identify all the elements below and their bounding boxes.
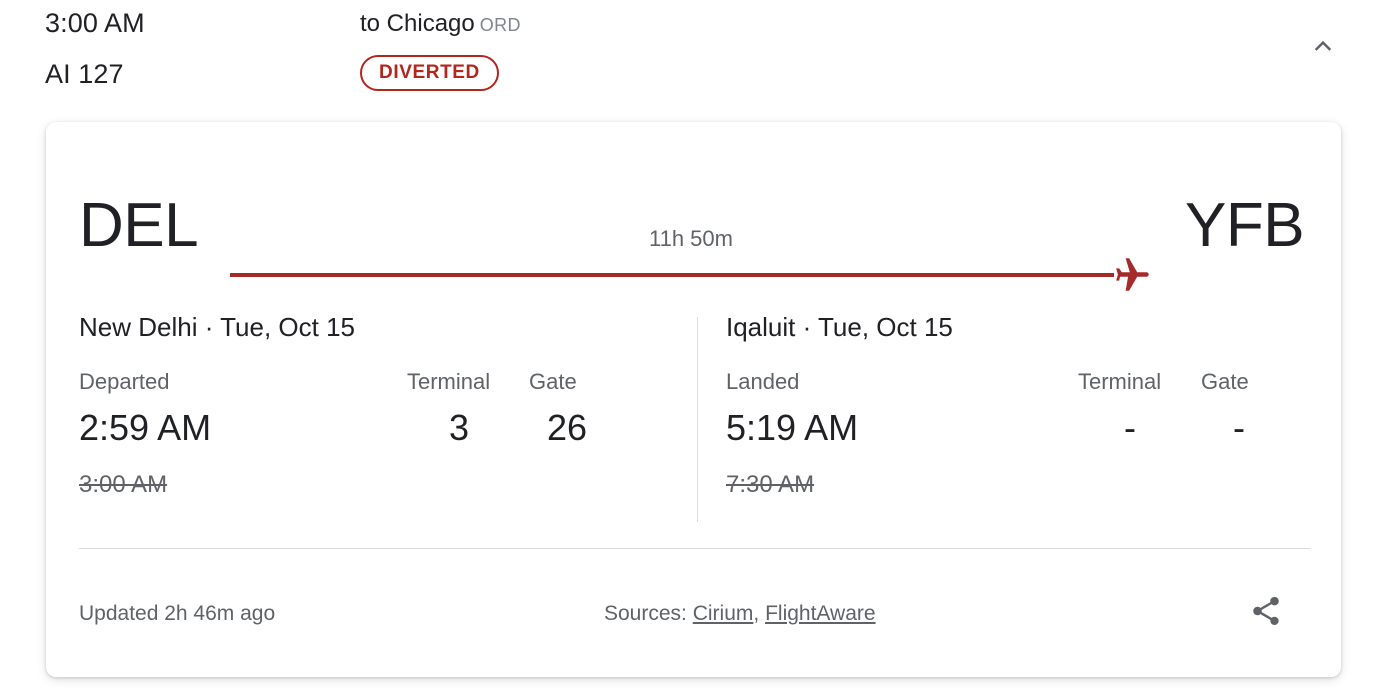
departure-status-label: Departed <box>79 369 170 394</box>
share-button[interactable] <box>1242 589 1290 637</box>
destination-city: to Chicago <box>360 10 475 37</box>
arrival-column: Iqaluit · Tue, Oct 15 Landed 5:19 AM 7:3… <box>726 307 1346 537</box>
flight-detail-columns: New Delhi · Tue, Oct 15 Departed 2:59 AM… <box>46 307 1341 547</box>
route-line <box>230 273 1114 277</box>
arrival-status-label: Landed <box>726 369 800 394</box>
sources-separator: , <box>753 602 760 625</box>
collapse-button[interactable] <box>1299 28 1347 68</box>
sources-label: Sources: <box>604 602 687 625</box>
flight-number: AI 127 <box>45 59 124 89</box>
arrival-gate-label: Gate <box>1201 369 1249 394</box>
arrival-actual-time: 5:19 AM <box>726 407 859 448</box>
departure-actual-time: 2:59 AM <box>79 407 212 448</box>
airplane-icon <box>1108 254 1152 296</box>
arrival-airport-code: YFB <box>1185 191 1305 260</box>
flight-details-card: DEL 11h 50m YFB New Delhi · Tue, Oct 15 … <box>46 122 1341 677</box>
flight-summary-header[interactable]: 3:00 AM AI 127 to Chicago ORD DIVERTED <box>0 0 1385 110</box>
departure-terminal-value: 3 <box>448 407 470 448</box>
footer-divider <box>79 548 1311 549</box>
card-footer: Updated 2h 46m ago Sources: Cirium, Flig… <box>46 577 1341 667</box>
departure-terminal-label: Terminal <box>407 369 491 394</box>
status-badge-label: DIVERTED <box>379 62 480 83</box>
status-badge: DIVERTED <box>360 55 499 91</box>
departure-column: New Delhi · Tue, Oct 15 Departed 2:59 AM… <box>79 307 699 537</box>
scheduled-departure-time: 3:00 AM <box>45 8 145 38</box>
destination-summary: to Chicago ORD <box>360 10 521 38</box>
last-updated-text: Updated 2h 46m ago <box>79 602 276 625</box>
origin-airport-code: DEL <box>79 191 199 260</box>
departure-gate-value: 26 <box>546 407 588 448</box>
source-link-flightaware[interactable]: FlightAware <box>765 602 876 625</box>
arrival-city-date: Iqaluit · Tue, Oct 15 <box>726 312 953 342</box>
arrival-gate-value: - <box>1233 407 1245 448</box>
departure-scheduled-time: 3:00 AM <box>79 471 168 498</box>
sources-text: Sources: Cirium, FlightAware <box>604 602 876 626</box>
source-link-cirium[interactable]: Cirium <box>693 602 754 625</box>
destination-airport-code: ORD <box>479 15 521 35</box>
route-diagram: DEL 11h 50m YFB <box>46 177 1341 297</box>
departure-city-date: New Delhi · Tue, Oct 15 <box>79 312 355 342</box>
share-icon <box>1249 594 1283 633</box>
arrival-terminal-value: - <box>1124 407 1136 448</box>
arrival-terminal-label: Terminal <box>1078 369 1162 394</box>
arrival-scheduled-time: 7:30 AM <box>726 471 815 498</box>
departure-gate-label: Gate <box>529 369 577 394</box>
chevron-up-icon <box>1309 32 1337 65</box>
flight-duration: 11h 50m <box>649 226 733 251</box>
